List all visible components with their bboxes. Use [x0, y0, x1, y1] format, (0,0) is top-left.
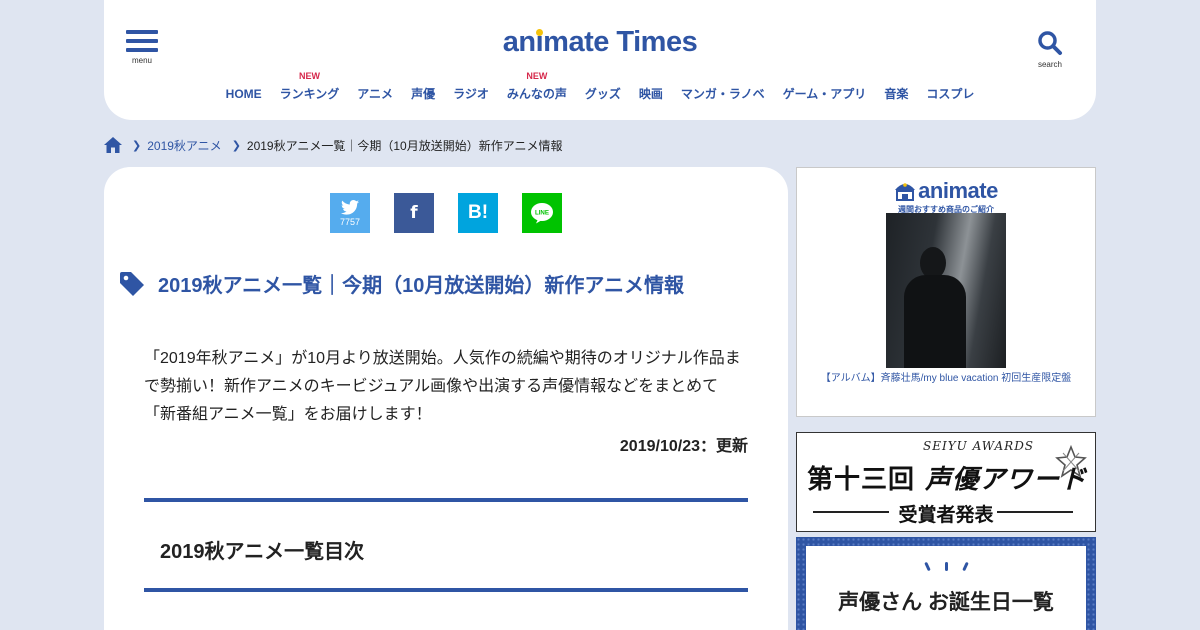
nav-game[interactable]: ゲーム・アプリ: [783, 85, 867, 102]
twitter-share-button[interactable]: 7757: [330, 193, 370, 233]
birthday-banner-text: 声優さん お誕生日一覧: [838, 591, 1054, 614]
search-button[interactable]: search: [1036, 30, 1064, 69]
sidebar-product-ad[interactable]: animate 週間おすすめ商品のご紹介 【アルバム】斉藤壮馬/my blue …: [796, 167, 1096, 417]
awards-english-title: SEIYU AWARDS: [923, 439, 1035, 453]
new-badge: NEW: [526, 71, 548, 81]
nav-manga[interactable]: マンガ・ラノベ: [681, 85, 765, 102]
share-buttons: 7757 f B! LINE: [330, 193, 562, 233]
sparkle-icon: [806, 558, 1086, 576]
site-header: menu animate Times search HOME NEW ランキング …: [104, 0, 1096, 120]
breadcrumb-current: 2019秋アニメ一覧｜今期（10月放送開始）新作アニメ情報: [246, 138, 563, 153]
search-label: search: [1037, 60, 1062, 69]
product-caption-link[interactable]: 【アルバム】斉藤壮馬/my blue vacation 初回生産限定盤: [817, 373, 1075, 385]
line-share-button[interactable]: LINE: [522, 193, 562, 233]
twitter-share-count: 7757: [339, 216, 361, 227]
hatena-icon: B!: [467, 202, 489, 223]
updated-date: 2019/10/23：更新: [619, 438, 748, 455]
nav-cosplay[interactable]: コスプレ: [926, 85, 974, 102]
article-card: 7757 f B! LINE 2019秋アニメ一覧｜今期（10月放送開始）新作ア…: [104, 167, 788, 630]
breadcrumb: ❯ 2019秋アニメ ❯ 2019秋アニメ一覧｜今期（10月放送開始）新作アニメ…: [104, 135, 562, 155]
chevron-right-icon: ❯: [132, 139, 142, 152]
search-icon: [1038, 31, 1062, 55]
product-photo[interactable]: [886, 213, 1006, 368]
nav-voices[interactable]: NEW みんなの声: [507, 71, 567, 102]
breadcrumb-category-link[interactable]: 2019秋アニメ: [147, 137, 221, 154]
nav-ranking[interactable]: NEW ランキング: [280, 71, 340, 102]
animate-store-icon: [895, 183, 916, 201]
article-lead: 「2019年秋アニメ」が10月より放送開始。人気作の続編や期待のオリジナル作品ま…: [144, 350, 741, 423]
facebook-share-button[interactable]: f: [394, 193, 434, 233]
nav-radio[interactable]: ラジオ: [453, 85, 489, 102]
table-of-contents: 2019秋アニメ一覧目次: [144, 498, 748, 592]
home-icon[interactable]: [104, 137, 122, 153]
svg-text:LINE: LINE: [535, 210, 549, 217]
seiyu-awards-banner[interactable]: SEIYU AWARDS 第十三回 声優アワード 受賞者発表: [796, 432, 1096, 532]
nav-music[interactable]: 音楽: [884, 85, 908, 102]
tag-icon: [120, 271, 144, 296]
animate-brand: animate: [797, 178, 1095, 204]
twitter-bird-icon: [341, 199, 359, 215]
hatena-bookmark-button[interactable]: B!: [458, 193, 498, 233]
nav-seiyu[interactable]: 声優: [411, 85, 435, 102]
new-badge: NEW: [298, 71, 320, 81]
seiyu-birthday-banner[interactable]: 声優さん お誕生日一覧: [796, 537, 1096, 630]
article-heading: 2019秋アニメ一覧｜今期（10月放送開始）新作アニメ情報: [120, 269, 684, 298]
facebook-icon: f: [410, 203, 418, 223]
awards-result-text: 受賞者発表: [898, 504, 994, 526]
nav-home[interactable]: HOME: [226, 87, 262, 101]
toc-title: 2019秋アニメ一覧目次: [160, 541, 365, 563]
chevron-right-icon: ❯: [231, 139, 241, 152]
article-title: 2019秋アニメ一覧｜今期（10月放送開始）新作アニメ情報: [158, 275, 684, 297]
line-icon: LINE: [531, 203, 553, 224]
nav-goods[interactable]: グッズ: [585, 85, 621, 102]
global-nav: HOME NEW ランキング アニメ 声優 ラジオ NEW みんなの声 グッズ 映画…: [104, 71, 1096, 102]
nav-movie[interactable]: 映画: [639, 85, 663, 102]
site-logo[interactable]: animate Times: [104, 26, 1096, 59]
nav-anime[interactable]: アニメ: [357, 85, 393, 102]
awards-japanese-title: 第十三回 声優アワード: [807, 465, 1088, 495]
